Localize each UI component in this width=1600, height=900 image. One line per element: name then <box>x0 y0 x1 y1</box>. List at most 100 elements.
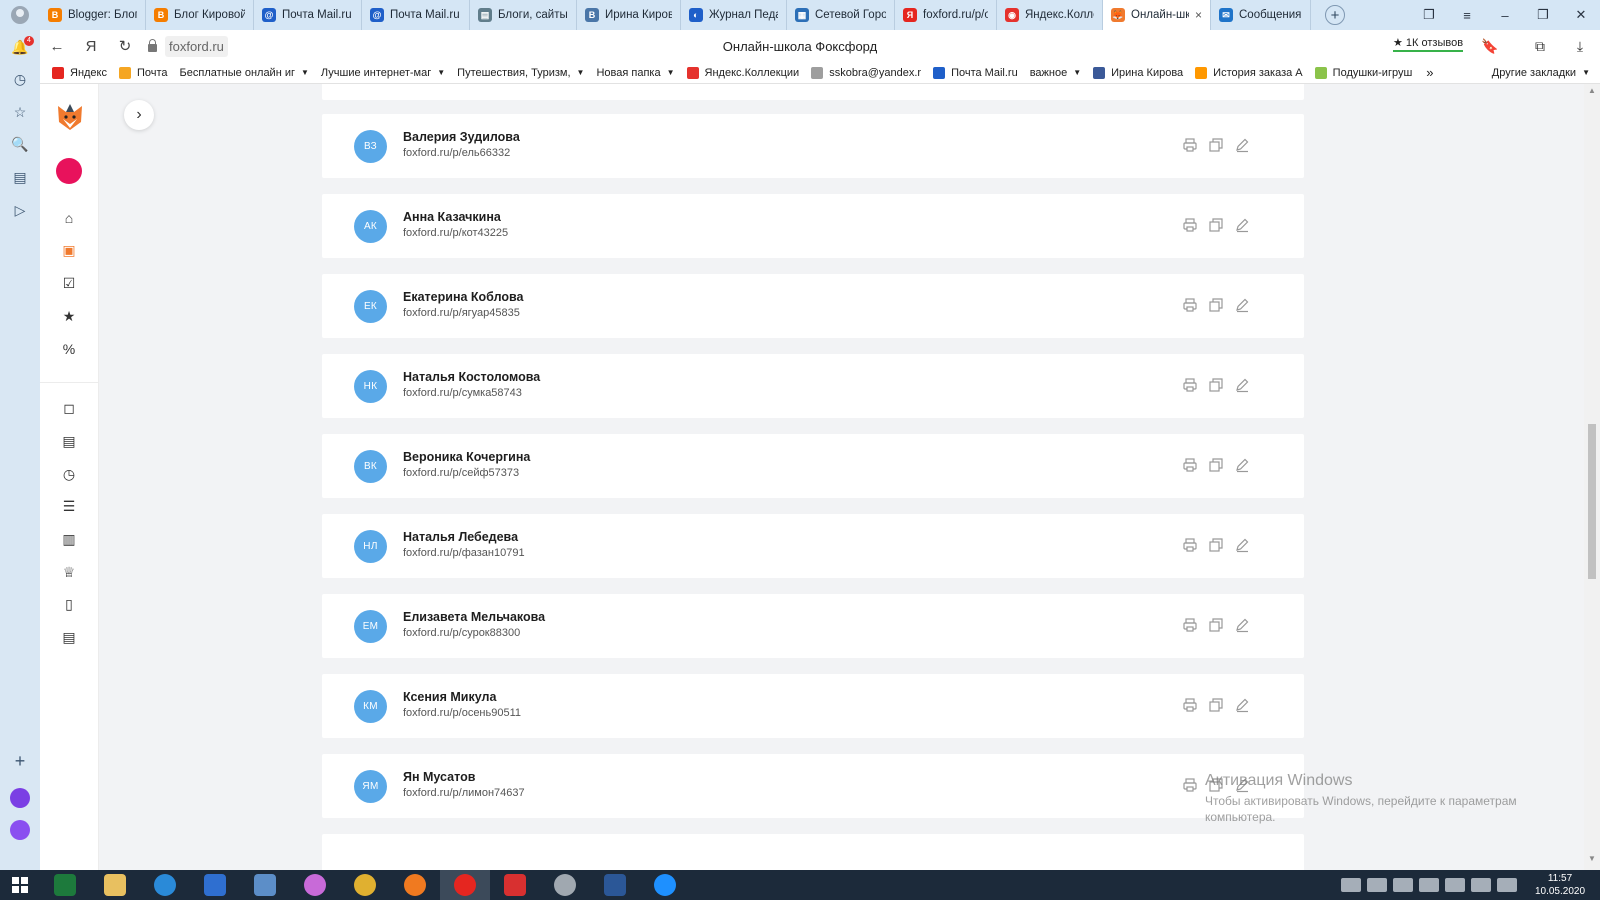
network-icon[interactable] <box>1471 878 1491 892</box>
bookmark-item[interactable]: История заказа А <box>1195 66 1303 79</box>
percent-icon[interactable]: % <box>60 340 78 358</box>
student-link[interactable]: foxford.ru/p/ягуар45835 <box>403 307 520 319</box>
edit-icon[interactable] <box>1234 377 1250 393</box>
bookmark-item[interactable]: sskobra@yandex.r <box>811 66 921 79</box>
bookmark-folder[interactable]: Новая папка ▼ <box>596 67 674 79</box>
copy-icon[interactable] <box>1208 297 1224 313</box>
paint-app[interactable] <box>290 870 340 900</box>
alice-app-icon[interactable] <box>10 788 30 808</box>
history-icon[interactable]: ◷ <box>11 70 29 88</box>
play-icon[interactable]: ▷ <box>11 201 29 219</box>
trophy-icon[interactable]: ♕ <box>60 563 78 581</box>
print-icon[interactable] <box>1182 297 1198 313</box>
reload-button[interactable]: ↻ <box>108 37 142 55</box>
edit-icon[interactable] <box>1234 457 1250 473</box>
firefox-app[interactable] <box>390 870 440 900</box>
yandex-button[interactable]: Я <box>74 38 108 55</box>
word-app[interactable] <box>590 870 640 900</box>
tray-icon[interactable] <box>1445 878 1465 892</box>
minimize-button[interactable]: – <box>1486 8 1524 23</box>
copy-icon[interactable] <box>1208 617 1224 633</box>
copy-icon[interactable] <box>1208 137 1224 153</box>
copy-icon[interactable] <box>1208 217 1224 233</box>
student-card[interactable]: НК Наталья Костоломова foxford.ru/p/сумка5… <box>322 354 1304 418</box>
media-app[interactable] <box>540 870 590 900</box>
print-icon[interactable] <box>1182 697 1198 713</box>
print-icon[interactable] <box>1182 617 1198 633</box>
student-link[interactable]: foxford.ru/p/кот43225 <box>403 227 508 239</box>
student-card[interactable]: КМ Ксения Микула foxford.ru/p/осень90511 <box>322 674 1304 738</box>
notes-icon[interactable]: ▤ <box>11 168 29 186</box>
bookmark-item[interactable]: Почта Mail.ru <box>933 66 1018 79</box>
browser-tab[interactable]: ▦ Сетевой Горо <box>787 0 895 30</box>
profile-button[interactable] <box>0 0 40 30</box>
tasks-icon[interactable]: ☑ <box>60 274 78 292</box>
copy-icon[interactable] <box>1208 537 1224 553</box>
restore-button[interactable]: ❐ <box>1524 7 1562 23</box>
yandex-browser-app[interactable] <box>440 870 490 900</box>
browser-tab[interactable]: 🦊 Онлайн-шк × <box>1103 0 1211 30</box>
student-link[interactable]: foxford.ru/p/лимон74637 <box>403 787 525 799</box>
book-icon[interactable]: ▯ <box>60 595 78 613</box>
excel-app[interactable] <box>40 870 90 900</box>
foxford-logo-icon[interactable] <box>55 102 85 132</box>
print-icon[interactable] <box>1182 217 1198 233</box>
bookmark-folder[interactable]: Путешествия, Туризм, ▼ <box>457 67 584 79</box>
keyboard-icon[interactable] <box>1341 878 1361 892</box>
document-icon[interactable]: ▤ <box>60 432 78 450</box>
edit-icon[interactable] <box>1234 617 1250 633</box>
print-icon[interactable] <box>1182 137 1198 153</box>
bookmark-item[interactable]: Ирина Кирова <box>1093 66 1183 79</box>
student-card[interactable]: ВЗ Валерия Зудилова foxford.ru/p/ель66332 <box>322 114 1304 178</box>
student-link[interactable]: foxford.ru/p/сурок88300 <box>403 627 520 639</box>
chrome-app[interactable] <box>340 870 390 900</box>
bookmark-icon[interactable]: 🔖 <box>1470 38 1510 55</box>
other-bookmarks[interactable]: Другие закладки ▼ <box>1492 67 1600 79</box>
student-link[interactable]: foxford.ru/p/сейф57373 <box>403 467 519 479</box>
back-button[interactable]: ← <box>40 38 74 55</box>
defender-app[interactable] <box>190 870 240 900</box>
yandex-app[interactable] <box>490 870 540 900</box>
tray-icon[interactable] <box>1393 878 1413 892</box>
new-tab-button[interactable]: + <box>1325 5 1345 25</box>
favorites-icon[interactable]: ☆ <box>11 103 29 121</box>
tray-icon[interactable] <box>1419 878 1439 892</box>
student-card[interactable]: ЯМ Ян Мусатов foxford.ru/p/лимон74637 <box>322 754 1304 818</box>
downloads-icon[interactable]: ⤓ <box>1560 38 1600 55</box>
courses-icon[interactable]: ▣ <box>60 241 78 259</box>
browser-tab[interactable]: Яfoxford.ru/p/o <box>895 0 997 30</box>
scrollbar[interactable]: ▲ ▼ <box>1584 84 1600 870</box>
browser-tab[interactable]: В Ирина Кирова <box>577 0 681 30</box>
edit-icon[interactable] <box>1234 217 1250 233</box>
edit-icon[interactable] <box>1234 777 1250 793</box>
audio-app[interactable] <box>240 870 290 900</box>
notes-list-icon[interactable]: ▤ <box>60 628 78 646</box>
bookmark-item[interactable]: Яндекс <box>52 66 107 79</box>
taskbar-clock[interactable]: 11:57 10.05.2020 <box>1520 872 1600 898</box>
home-icon[interactable]: ⌂ <box>60 209 78 227</box>
edit-icon[interactable] <box>1234 297 1250 313</box>
bookmarks-more-button[interactable]: » <box>1426 65 1433 80</box>
scroll-down-icon[interactable]: ▼ <box>1584 854 1600 868</box>
add-panel-icon[interactable]: + <box>11 752 29 770</box>
browser-tab[interactable]: ✉ Сообщения <box>1211 0 1311 30</box>
browser-tab[interactable]: @ Почта Mail.ru <box>254 0 362 30</box>
edit-icon[interactable] <box>1234 697 1250 713</box>
student-card[interactable]: ЕК Екатерина Коблова foxford.ru/p/ягуар458… <box>322 274 1304 338</box>
bookmark-item[interactable]: Подушки-игруш <box>1314 66 1412 79</box>
copy-icon[interactable] <box>1208 457 1224 473</box>
print-icon[interactable] <box>1182 777 1198 793</box>
cloud-app[interactable] <box>640 870 690 900</box>
copy-icon[interactable] <box>1208 697 1224 713</box>
close-window-button[interactable]: ✕ <box>1562 7 1600 23</box>
alice-icon[interactable] <box>10 820 30 840</box>
browser-tab[interactable]: @ Почта Mail.ru <box>362 0 470 30</box>
reviews-badge[interactable]: ★ 1К отзывов <box>1393 36 1464 52</box>
edit-icon[interactable] <box>1234 137 1250 153</box>
bookmark-folder[interactable]: важное ▼ <box>1030 67 1081 79</box>
create-button[interactable] <box>56 158 82 184</box>
student-link[interactable]: foxford.ru/p/ель66332 <box>403 147 510 159</box>
student-link[interactable]: foxford.ru/p/фазан10791 <box>403 547 525 559</box>
tabs-panel-icon[interactable]: ❐ <box>1410 7 1448 23</box>
bookmark-folder[interactable]: Лучшие интернет-маг ▼ <box>321 67 445 79</box>
